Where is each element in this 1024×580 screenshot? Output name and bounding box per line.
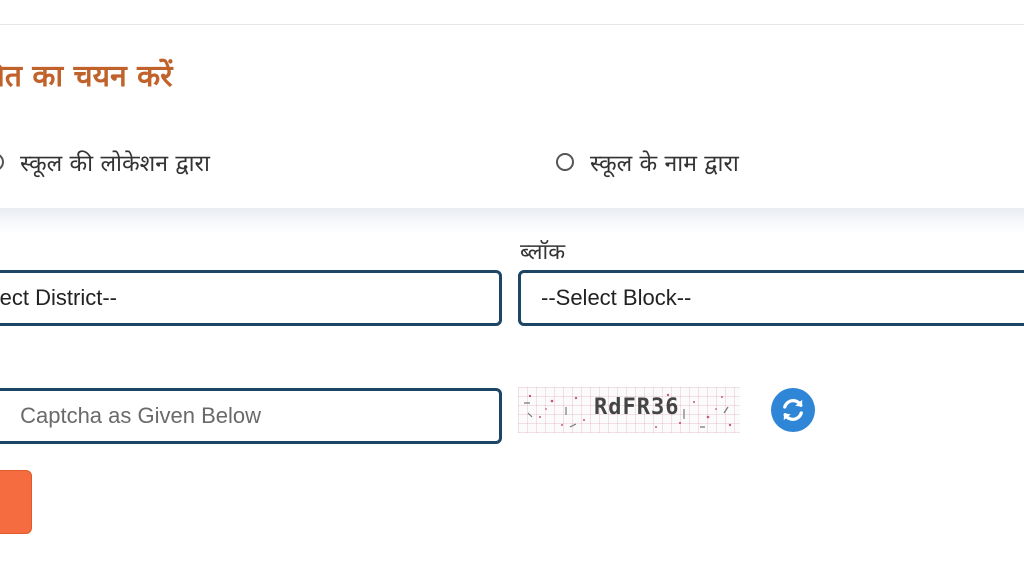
radio-circle-icon[interactable] — [0, 153, 4, 171]
captcha-image: RdFR36 — [518, 387, 740, 433]
top-strip — [0, 0, 1024, 25]
captcha-input[interactable]: Captcha as Given Below — [0, 388, 502, 444]
radio-label-name: स्कूल के नाम द्वारा — [590, 151, 739, 177]
block-select[interactable]: --Select Block-- — [518, 270, 1024, 326]
radio-search-by-name[interactable]: स्कूल के नाम द्वारा — [556, 146, 739, 178]
radio-search-by-location[interactable]: स्कूल की लोकेशन द्वारा — [0, 146, 210, 178]
refresh-icon — [783, 399, 803, 421]
page-heading: चित का चयन करें — [0, 59, 173, 94]
captcha-refresh-button[interactable] — [771, 388, 815, 432]
radio-label-location: स्कूल की लोकेशन द्वारा — [20, 151, 210, 177]
submit-button[interactable] — [0, 470, 32, 534]
block-label: ब्लॉक — [520, 240, 566, 265]
district-select-value: ect District-- — [0, 285, 117, 310]
captcha-code: RdFR36 — [594, 395, 680, 420]
district-select[interactable]: ect District-- — [0, 270, 502, 326]
captcha-input-placeholder: Captcha as Given Below — [20, 403, 261, 428]
radio-circle-icon[interactable] — [556, 153, 574, 171]
block-select-value: --Select Block-- — [541, 285, 692, 310]
section-divider-band — [0, 208, 1024, 234]
